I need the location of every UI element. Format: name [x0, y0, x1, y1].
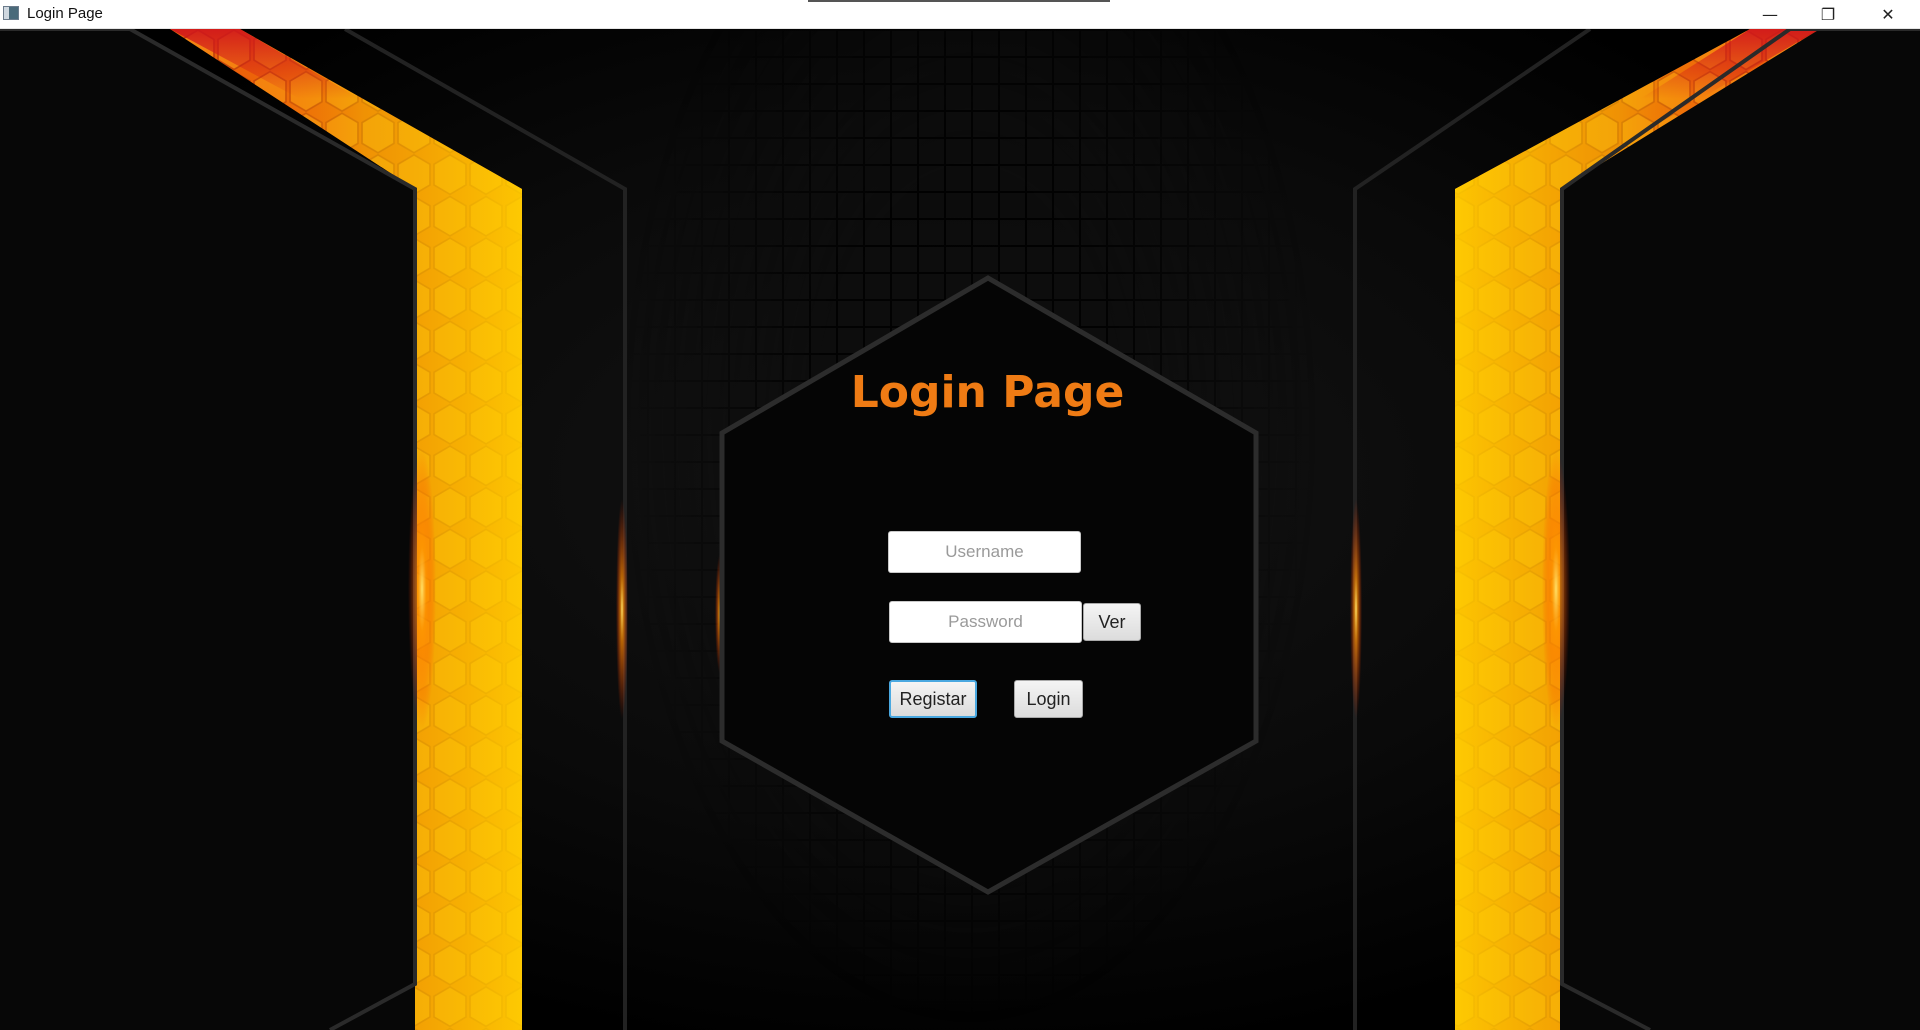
minimize-icon: — — [1762, 5, 1778, 24]
login-window: Login Page — ❐ ✕ Login Page Username Ver… — [0, 0, 1920, 1030]
window-title: Login Page — [27, 5, 103, 22]
title-bar-accent — [808, 0, 1110, 2]
register-button[interactable]: Registar — [889, 680, 977, 718]
left-dark-panel — [0, 29, 415, 1030]
background-art — [0, 29, 1920, 1030]
username-input[interactable] — [888, 531, 1081, 573]
minimize-button[interactable]: — — [1742, 0, 1798, 29]
title-bar[interactable]: Login Page — ❐ ✕ — [0, 0, 1920, 29]
password-input[interactable] — [889, 601, 1082, 643]
page-title: Login Page — [850, 367, 1125, 418]
restore-icon: ❐ — [1820, 5, 1836, 24]
close-button[interactable]: ✕ — [1860, 0, 1916, 29]
app-window-icon — [3, 6, 19, 20]
show-password-button[interactable]: Ver — [1083, 603, 1141, 641]
login-content: Login Page — [0, 29, 1920, 1030]
close-icon: ✕ — [1881, 5, 1895, 24]
restore-button[interactable]: ❐ — [1800, 0, 1856, 29]
login-button[interactable]: Login — [1014, 680, 1083, 718]
right-dark-panel — [1560, 29, 1920, 1030]
